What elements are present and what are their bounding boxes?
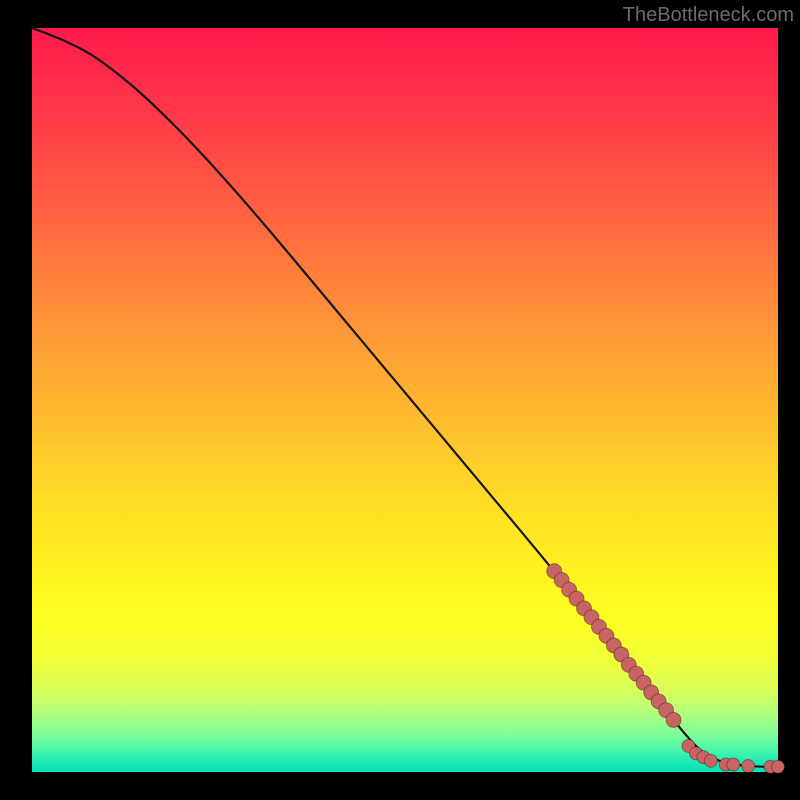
data-point: [772, 760, 785, 773]
bottleneck-curve: [32, 28, 778, 767]
data-markers: [547, 564, 785, 774]
data-point: [742, 760, 755, 773]
chart-plot-area: [32, 28, 778, 772]
data-point: [704, 754, 717, 767]
data-point: [727, 758, 740, 771]
chart-svg-layer: [32, 28, 778, 772]
data-point: [666, 712, 681, 727]
attribution-text: TheBottleneck.com: [623, 4, 794, 27]
